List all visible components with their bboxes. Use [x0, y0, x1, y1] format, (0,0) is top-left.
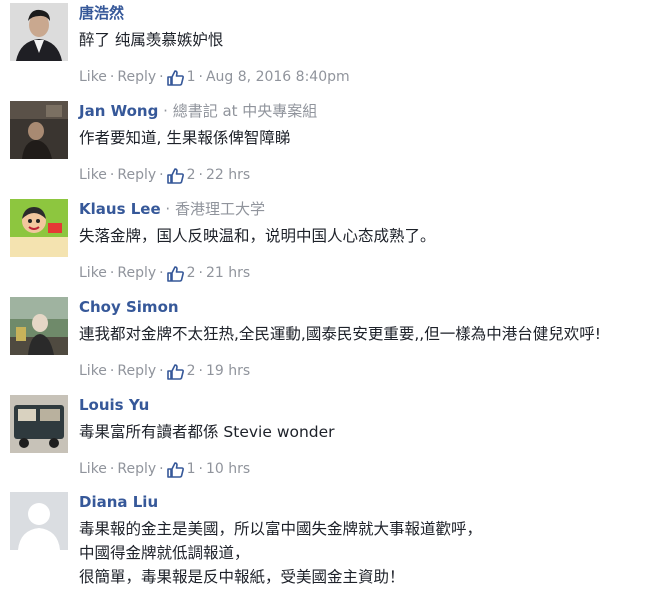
comment-actions: Like · Reply · 2 · 21 hrs	[79, 263, 666, 283]
comment-text: 醉了 纯属羡慕嫉妒恨	[79, 31, 224, 49]
comment-actions: Like · Reply · 2 · 19 hrs	[79, 361, 666, 381]
separator: ·	[198, 461, 203, 477]
comment-text-line: 中國得金牌就低調報道，	[79, 544, 250, 562]
avatar[interactable]	[10, 3, 68, 61]
like-count[interactable]: 2	[187, 263, 196, 283]
avatar[interactable]	[10, 297, 68, 355]
comment-text: 作者要知道, 生果報係俾智障睇	[79, 129, 291, 147]
comment-text: 毒果報的金主是美國，所以富中國失金牌就大事報道歡呼， 中國得金牌就低調報道， 很…	[79, 518, 666, 588]
comment-text: 毒果富所有讀者都係 Stevie wonder	[79, 423, 335, 441]
separator: ·	[109, 461, 115, 477]
commenter-name[interactable]: Jan Wong	[79, 102, 158, 120]
timestamp[interactable]: 19 hrs	[206, 361, 250, 381]
separator: ·	[163, 102, 168, 120]
like-count[interactable]: 2	[187, 361, 196, 381]
separator: ·	[109, 167, 115, 183]
separator: ·	[159, 167, 164, 183]
timestamp[interactable]: 22 hrs	[206, 165, 250, 185]
timestamp[interactable]: 10 hrs	[206, 459, 250, 479]
commenter-name[interactable]: Louis Yu	[79, 396, 149, 414]
reply-link[interactable]: Reply	[117, 361, 156, 381]
comment-actions: Like · Reply · 1 · 10 hrs	[79, 459, 666, 479]
commenter-affiliation[interactable]: 香港理工大学	[175, 200, 265, 218]
separator: ·	[198, 363, 203, 379]
avatar[interactable]	[10, 395, 68, 453]
thumbs-up-icon[interactable]	[166, 363, 184, 380]
commenter-affiliation[interactable]: 總書記 at 中央專案組	[173, 102, 318, 120]
comment-actions: Like · Reply · 2 · 22 hrs	[79, 165, 666, 185]
reply-link[interactable]: Reply	[117, 263, 156, 283]
thumbs-up-icon[interactable]	[166, 461, 184, 478]
separator: ·	[198, 167, 203, 183]
commenter-name[interactable]: Choy Simon	[79, 298, 179, 316]
like-count[interactable]: 1	[187, 459, 196, 479]
like-link[interactable]: Like	[79, 459, 107, 479]
comment-actions: Like · Reply · 1 · Aug 8, 2016 8:40pm	[79, 67, 666, 87]
thumbs-up-icon[interactable]	[166, 69, 184, 86]
comment-text-line: 毒果報的金主是美國，所以富中國失金牌就大事報道歡呼，	[79, 520, 483, 538]
separator: ·	[159, 69, 164, 85]
commenter-name[interactable]: 唐浩然	[79, 4, 124, 22]
thumbs-up-icon[interactable]	[166, 167, 184, 184]
like-link[interactable]: Like	[79, 165, 107, 185]
timestamp[interactable]: 21 hrs	[206, 263, 250, 283]
like-count[interactable]: 2	[187, 165, 196, 185]
reply-link[interactable]: Reply	[117, 67, 156, 87]
avatar[interactable]	[10, 101, 68, 159]
separator: ·	[159, 461, 164, 477]
default-silhouette-icon	[10, 492, 68, 550]
commenter-name[interactable]: Diana Liu	[79, 493, 158, 511]
avatar[interactable]	[10, 199, 68, 257]
comment-text: 連我都对金牌不太狂热,全民運動,國泰民安更重要,,但一樣為中港台健兒欢呼!	[79, 325, 601, 343]
like-link[interactable]: Like	[79, 361, 107, 381]
separator: ·	[159, 363, 164, 379]
separator: ·	[109, 265, 115, 281]
avatar[interactable]	[10, 492, 68, 550]
separator: ·	[198, 265, 203, 281]
separator: ·	[165, 200, 171, 218]
timestamp[interactable]: Aug 8, 2016 8:40pm	[206, 67, 350, 87]
separator: ·	[198, 69, 203, 85]
separator: ·	[109, 69, 115, 85]
separator: ·	[109, 363, 115, 379]
like-link[interactable]: Like	[79, 263, 107, 283]
commenter-name[interactable]: Klaus Lee	[79, 200, 161, 218]
reply-link[interactable]: Reply	[117, 459, 156, 479]
comment-text-line: 很簡單，毒果報是反中報紙，受美國金主資助！	[79, 568, 405, 586]
reply-link[interactable]: Reply	[117, 165, 156, 185]
like-count[interactable]: 1	[187, 67, 196, 87]
thumbs-up-icon[interactable]	[166, 265, 184, 282]
like-link[interactable]: Like	[79, 67, 107, 87]
separator: ·	[159, 265, 164, 281]
comment-text: 失落金牌，国人反映温和，说明中国人心态成熟了。	[79, 227, 436, 245]
